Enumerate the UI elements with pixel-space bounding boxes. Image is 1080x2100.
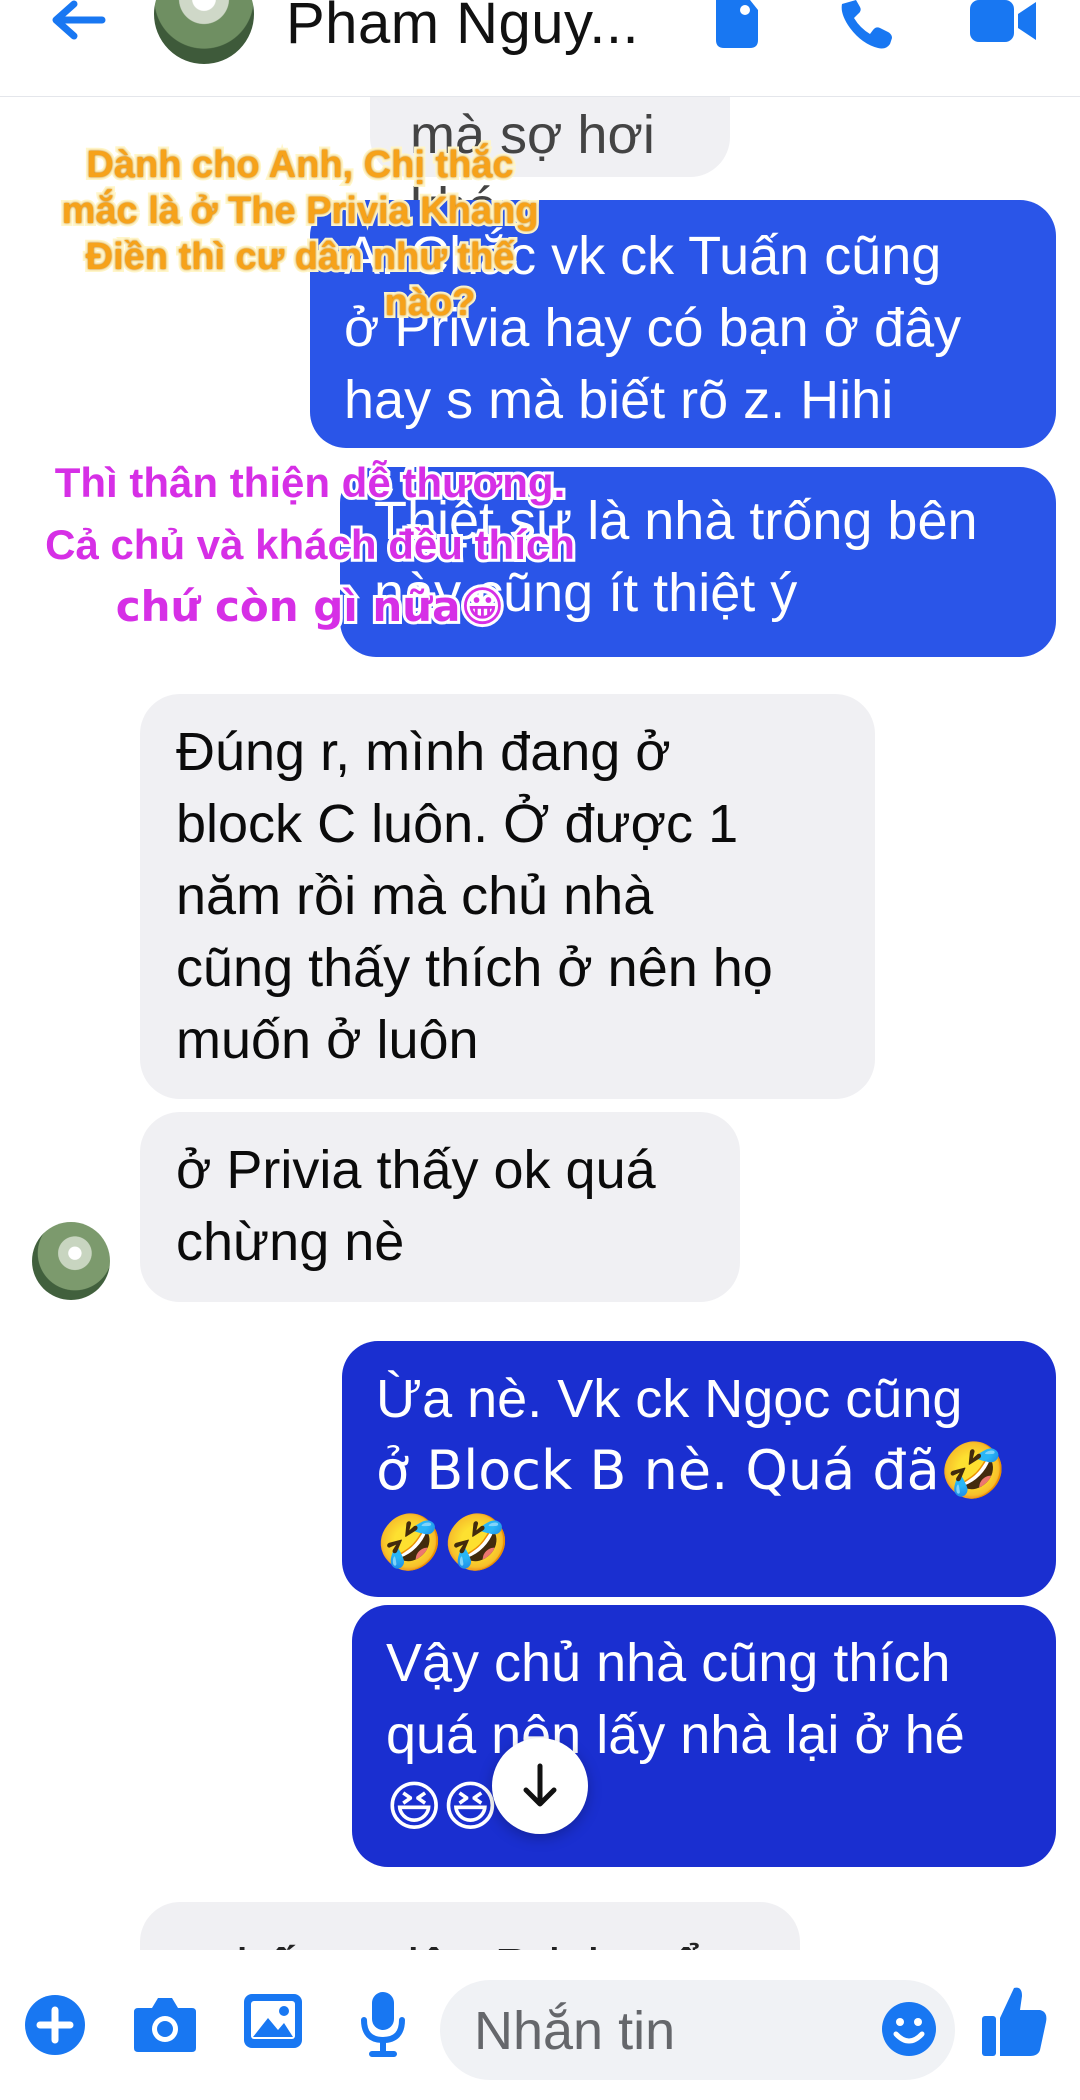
message-bubble-incoming[interactable]: Đúng r, mình đang ở block C luôn. Ở được… <box>140 694 875 1099</box>
contact-avatar[interactable] <box>152 0 256 66</box>
plus-icon[interactable] <box>22 1992 88 2058</box>
message-bubble-partial-bottom[interactable]: a thế cư dân Privia cổ <box>140 1902 800 1950</box>
message-text: a thế cư dân Privia cổ <box>176 1938 701 1950</box>
message-bubble-outgoing[interactable]: Vậy chủ nhà cũng thích quá nên lấy nhà l… <box>352 1605 1056 1867</box>
message-line: 😆😆😆 <box>386 1775 555 1838</box>
message-line: 🤣🤣 <box>376 1511 511 1574</box>
message-line: ở Privia thấy ok quá <box>176 1140 656 1200</box>
message-line: ở Block B nè. Quá đã🤣 <box>376 1439 1007 1502</box>
message-thread[interactable]: mà sợ hơi khó A. Chắc vk ck Tuấn cũng ở … <box>0 97 1080 1950</box>
message-line: chừng nè <box>176 1212 405 1272</box>
caption-overlay-question: Dành cho Anh, Chị thắc mắc là ở The Priv… <box>59 141 542 327</box>
message-composer <box>0 1950 1080 2100</box>
caption-overlay-answer: Thì thân thiện dễ thương. Cả chủ và khác… <box>42 456 578 634</box>
emoji-icon[interactable] <box>880 2000 938 2058</box>
message-line: Đúng r, mình đang ở <box>176 722 671 782</box>
tag-icon[interactable] <box>710 0 766 60</box>
message-bubble-outgoing[interactable]: Ừa nè. Vk ck Ngọc cũng ở Block B nè. Quá… <box>342 1341 1056 1597</box>
microphone-icon[interactable] <box>358 1990 408 2057</box>
message-input[interactable] <box>472 1990 866 2072</box>
message-input-field[interactable] <box>440 1980 955 2080</box>
message-line: block C luôn. Ở được 1 <box>176 794 739 854</box>
scroll-to-bottom-button[interactable] <box>492 1738 588 1834</box>
arrow-down-icon <box>523 1763 557 1807</box>
image-icon[interactable] <box>242 1990 308 2056</box>
back-arrow-icon[interactable] <box>44 0 114 60</box>
message-line: năm rồi mà chủ nhà <box>176 866 654 926</box>
message-bubble-incoming[interactable]: ở Privia thấy ok quá chừng nè <box>140 1112 740 1302</box>
message-line: Ừa nè. Vk ck Ngọc cũng <box>376 1369 963 1429</box>
sender-avatar[interactable] <box>32 1222 110 1300</box>
phone-icon[interactable] <box>838 0 894 60</box>
message-line: muốn ở luôn <box>176 1010 479 1070</box>
contact-name[interactable]: Pham Nguy... <box>286 0 639 57</box>
chat-header: Pham Nguy... <box>0 0 1080 97</box>
message-line: quá nên lấy nhà lại ở hé <box>386 1705 965 1765</box>
video-camera-icon[interactable] <box>968 0 1038 60</box>
camera-icon[interactable] <box>132 1994 198 2060</box>
thumbs-up-icon[interactable] <box>980 1982 1050 2062</box>
message-line: Vậy chủ nhà cũng thích <box>386 1633 951 1693</box>
message-line: cũng thấy thích ở nên họ <box>176 938 773 998</box>
message-line: hay s mà biết rõ z. Hihi <box>344 370 894 430</box>
